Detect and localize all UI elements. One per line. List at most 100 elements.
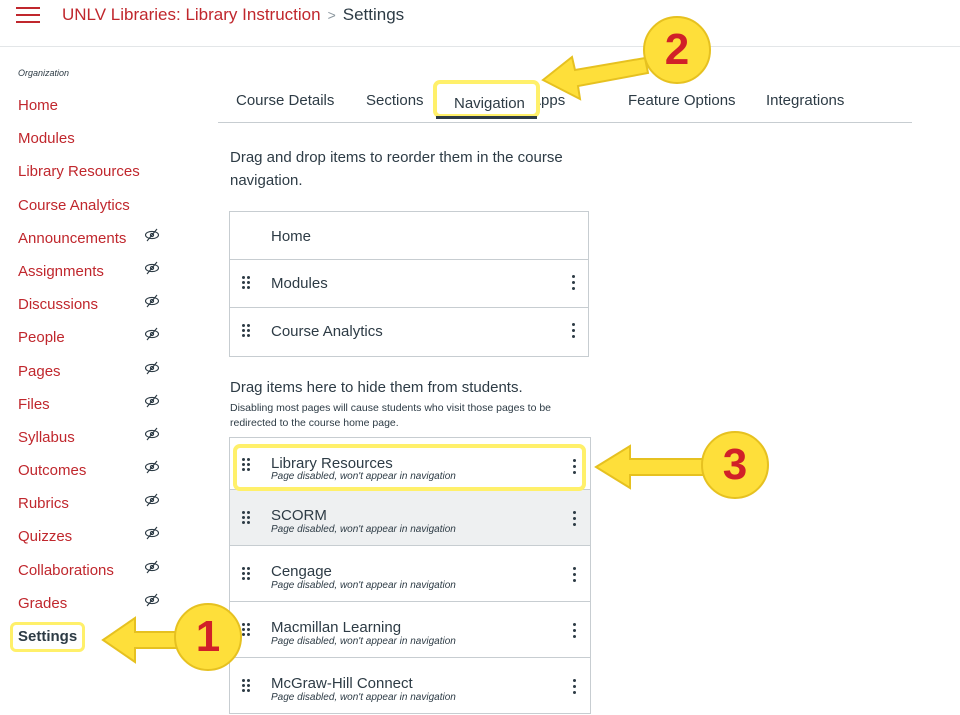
nav-row-label: Modules (271, 275, 328, 292)
sidebar-item-label: Quizzes (18, 528, 73, 546)
hidden-from-students-icon (144, 525, 160, 541)
arrow-3-icon (594, 444, 706, 490)
drag-handle-dot (242, 516, 245, 519)
kebab-dot (572, 329, 575, 332)
hamburger-menu-icon[interactable] (16, 5, 40, 29)
sidebar-item-settings[interactable]: Settings (10, 622, 168, 660)
more-options-icon[interactable] (573, 567, 577, 583)
sidebar-item-course-analytics[interactable]: Course Analytics (18, 196, 168, 229)
disabled-row-status: Page disabled, won't appear in navigatio… (271, 580, 456, 591)
more-options-icon[interactable] (572, 323, 576, 339)
drag-handle-dot (242, 633, 245, 636)
disabled-row-scorm[interactable]: SCORM Page disabled, won't appear in nav… (230, 490, 590, 546)
hidden-from-students-icon (144, 459, 160, 475)
kebab-dot (573, 629, 576, 632)
drag-handle-dot (247, 623, 250, 626)
drag-handle-dot (242, 628, 245, 631)
hidden-from-students-icon (144, 260, 160, 276)
more-options-icon[interactable] (573, 623, 577, 639)
disabled-row-label: Cengage (271, 563, 332, 580)
sidebar-item-library-resources[interactable]: Library Resources (18, 162, 168, 195)
drag-handle-icon[interactable] (242, 679, 250, 693)
drag-handle-dot (247, 329, 250, 332)
sidebar-item-pages[interactable]: Pages (18, 360, 168, 395)
drag-handle-dot (247, 276, 250, 279)
tab-course-details[interactable]: Course Details (236, 92, 334, 109)
drag-handle-dot (247, 567, 250, 570)
sidebar-item-collaborations[interactable]: Collaborations (18, 559, 168, 594)
kebab-dot (573, 567, 576, 570)
sidebar-item-home[interactable]: Home (18, 96, 168, 129)
drag-handle-icon[interactable] (242, 511, 250, 525)
kebab-dot (572, 287, 575, 290)
enabled-navigation-list: Home Modules Course Analytics (229, 211, 589, 357)
more-options-icon[interactable] (573, 511, 577, 527)
drag-handle-dot (242, 286, 245, 289)
nav-row-course-analytics[interactable]: Course Analytics (230, 308, 588, 356)
drag-handle-dot (242, 684, 245, 687)
drag-handle-icon[interactable] (242, 276, 250, 290)
sidebar-item-files[interactable]: Files (18, 393, 168, 428)
drag-handle-icon[interactable] (242, 324, 250, 338)
settings-tabs: Course Details Sections Apps Feature Opt… (218, 78, 912, 123)
sidebar-item-people[interactable]: People (18, 327, 168, 361)
library-resources-highlight (233, 444, 586, 491)
hidden-from-students-icon (144, 293, 160, 309)
drag-handle-icon[interactable] (242, 623, 250, 637)
drag-handle-dot (247, 281, 250, 284)
more-options-icon[interactable] (573, 679, 577, 695)
sidebar-item-label: Modules (18, 130, 75, 148)
drag-handle-dot (247, 628, 250, 631)
sidebar-item-assignments[interactable]: Assignments (18, 260, 168, 295)
kebab-dot (573, 691, 576, 694)
sidebar-item-announcements[interactable]: Announcements (18, 228, 168, 262)
sidebar-item-label: Syllabus (18, 428, 75, 446)
kebab-dot (573, 523, 576, 526)
disabled-row-cengage[interactable]: Cengage Page disabled, won't appear in n… (230, 546, 590, 602)
drag-handle-dot (242, 276, 245, 279)
kebab-dot (573, 517, 576, 520)
kebab-dot (572, 275, 575, 278)
drag-handle-dot (242, 679, 245, 682)
active-tab-underline (436, 116, 537, 119)
more-options-icon[interactable] (572, 275, 576, 291)
nav-row-modules[interactable]: Modules (230, 260, 588, 308)
hidden-from-students-icon (144, 393, 160, 409)
tab-integrations[interactable]: Integrations (766, 92, 844, 109)
drag-handle-dot (242, 577, 245, 580)
drag-handle-dot (242, 572, 245, 575)
sidebar-item-syllabus[interactable]: Syllabus (18, 427, 168, 461)
drag-handle-dot (247, 572, 250, 575)
tab-navigation[interactable]: Navigation (454, 95, 525, 112)
hidden-from-students-icon (144, 559, 160, 575)
breadcrumb-course-link[interactable]: UNLV Libraries: Library Instruction (62, 5, 321, 24)
kebab-dot (572, 335, 575, 338)
kebab-dot (573, 679, 576, 682)
sidebar-item-quizzes[interactable]: Quizzes (18, 527, 168, 560)
sidebar-item-modules[interactable]: Modules (18, 129, 168, 162)
drag-handle-dot (242, 567, 245, 570)
sidebar-item-label: Assignments (18, 262, 104, 280)
breadcrumb-current-page: Settings (342, 5, 405, 24)
disabled-row-macmillan-learning[interactable]: Macmillan Learning Page disabled, won't … (230, 602, 590, 658)
sidebar-item-discussions[interactable]: Discussions (18, 293, 168, 328)
disabled-row-status: Page disabled, won't appear in navigatio… (271, 524, 456, 535)
disabled-row-mcgraw-hill-connect[interactable]: McGraw-Hill Connect Page disabled, won't… (230, 658, 590, 714)
hidden-from-students-icon (144, 360, 160, 376)
sidebar-item-outcomes[interactable]: Outcomes (18, 459, 168, 494)
kebab-dot (572, 281, 575, 284)
disabled-row-status: Page disabled, won't appear in navigatio… (271, 636, 456, 647)
drag-handle-dot (242, 329, 245, 332)
sidebar-item-label: Course Analytics (18, 196, 130, 214)
drag-handle-icon[interactable] (242, 567, 250, 581)
drag-handle-dot (247, 633, 250, 636)
drag-handle-dot (247, 679, 250, 682)
nav-row-label: Home (271, 228, 312, 245)
drag-handle-dot (242, 689, 245, 692)
kebab-dot (573, 573, 576, 576)
kebab-dot (572, 323, 575, 326)
sidebar-item-rubrics[interactable]: Rubrics (18, 493, 168, 527)
course-navigation-sidebar: Organization Home Modules Library Resource… (10, 68, 168, 660)
tab-feature-options[interactable]: Feature Options (628, 92, 736, 109)
tab-sections[interactable]: Sections (366, 92, 424, 109)
